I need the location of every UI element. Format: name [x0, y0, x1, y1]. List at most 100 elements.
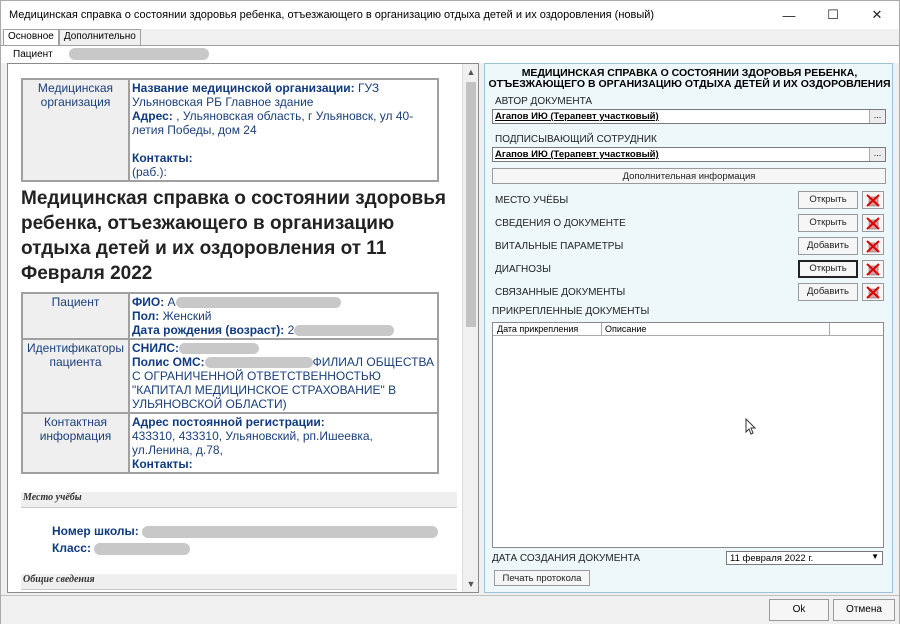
signer-field[interactable]: Агапов ИЮ (Терапевт участковый) ... [492, 147, 886, 162]
form-title-line2: ОТЪЕЗЖАЮЩЕГО В ОРГАНИЗАЦИЮ ОТДЫХА ДЕТЕЙ … [488, 78, 891, 90]
document-preview[interactable]: Медицинская организация Название медицин… [7, 63, 479, 593]
author-browse-button[interactable]: ... [869, 110, 885, 123]
org-address-key: Адрес: [132, 109, 173, 123]
ok-button[interactable]: Ok [769, 599, 829, 621]
author-field[interactable]: Агапов ИЮ (Терапевт участковый) ... [492, 109, 886, 124]
delete-icon [866, 240, 880, 253]
created-date-picker[interactable]: 11 февраля 2022 г. ▼ [726, 551, 883, 565]
section-study-heading: Место учёбы [21, 492, 457, 508]
window-title: Медицинская справка о состоянии здоровья… [9, 9, 655, 21]
delete-docinfo-button[interactable] [862, 214, 884, 232]
oms-redacted [204, 357, 313, 369]
org-address-value: , Ульяновская область, г Ульяновск, ул 4… [132, 109, 414, 137]
section-general-heading: Общие сведения [21, 574, 457, 590]
patient-table: Пациент ФИО: А Пол: Женский Дата рождени… [21, 292, 439, 474]
col-description-header[interactable]: Описание [601, 323, 646, 335]
delete-related-button[interactable] [862, 283, 884, 301]
signer-value: Агапов ИЮ (Терапевт участковый) [495, 149, 659, 160]
section-study-label: МЕСТО УЧЁБЫ [495, 195, 569, 206]
snils-redacted [179, 343, 260, 355]
ids-details: СНИЛС: Полис ОМС: ФИЛИАЛ ОБЩЕСТВА С ОГРАН… [128, 338, 439, 414]
fio-value: А [164, 295, 176, 309]
patient-label: Пациент [13, 49, 53, 60]
fio-redacted [175, 297, 341, 309]
open-study-button[interactable]: Открыть [798, 191, 858, 209]
add-vitals-button[interactable]: Добавить [798, 237, 858, 255]
contact-contacts-key: Контакты: [132, 457, 193, 471]
maximize-button[interactable]: ☐ [811, 1, 855, 29]
signer-label: ПОДПИСЫВАЮЩИЙ СОТРУДНИК [495, 134, 657, 145]
form-panel: МЕДИЦИНСКАЯ СПРАВКА О СОСТОЯНИИ ЗДОРОВЬЯ… [484, 63, 893, 593]
form-title: МЕДИЦИНСКАЯ СПРАВКА О СОСТОЯНИИ ЗДОРОВЬЯ… [485, 68, 894, 90]
minimize-button[interactable]: — [767, 1, 811, 29]
dialog-window: Медицинская справка о состоянии здоровья… [0, 0, 900, 624]
extra-info-button[interactable]: Дополнительная информация [492, 168, 886, 184]
close-button[interactable]: ✕ [855, 1, 899, 29]
org-table: Медицинская организация Название медицин… [21, 78, 439, 182]
col-extra-header [829, 323, 830, 335]
created-date-value: 11 февраля 2022 г. [730, 553, 814, 564]
tab-strip: Основное Дополнительно [3, 29, 141, 45]
ids-section-label: Идентификаторы пациента [21, 338, 130, 414]
reg-address-key: Адрес постоянной регистрации: [132, 415, 325, 429]
delete-vitals-button[interactable] [862, 237, 884, 255]
section-vitals-label: ВИТАЛЬНЫЕ ПАРАМЕТРЫ [495, 241, 624, 252]
patient-section-label: Пациент [21, 292, 130, 340]
class-redacted [94, 542, 191, 555]
delete-icon [866, 217, 880, 230]
col-date-header[interactable]: Дата прикрепления [497, 324, 578, 334]
document-content: Медицинская организация Название медицин… [8, 64, 463, 592]
delete-diagnoses-button[interactable] [862, 260, 884, 278]
signer-browse-button[interactable]: ... [869, 148, 885, 161]
document-scrollbar[interactable]: ▲ ▼ [462, 64, 478, 592]
close-icon: ✕ [871, 7, 883, 22]
title-bar: Медицинская справка о состоянии здоровья… [1, 1, 899, 29]
dob-key: Дата рождения (возраст): [132, 323, 285, 337]
author-label: АВТОР ДОКУМЕНТА [495, 96, 593, 107]
school-class: Класс: [52, 541, 191, 555]
maximize-icon: ☐ [827, 7, 839, 22]
fio-key: ФИО: [132, 295, 165, 309]
open-docinfo-button[interactable]: Открыть [798, 214, 858, 232]
oms-key: Полис ОМС: [132, 355, 205, 369]
contact-section-label: Контактная информация [21, 412, 130, 474]
dob-redacted [294, 325, 395, 337]
delete-icon [866, 286, 880, 299]
dropdown-arrow-icon[interactable]: ▼ [871, 552, 879, 561]
delete-icon [866, 263, 880, 276]
scroll-thumb[interactable] [466, 82, 476, 327]
org-label: Медицинская организация [21, 78, 130, 182]
section-related-label: СВЯЗАННЫЕ ДОКУМЕНТЫ [495, 287, 626, 298]
school-number: Номер школы: [52, 524, 439, 538]
attached-docs-label: ПРИКРЕПЛЕННЫЕ ДОКУМЕНТЫ [492, 306, 650, 317]
org-details: Название медицинской организации: ГУЗ Ул… [128, 78, 439, 182]
patient-details: ФИО: А Пол: Женский Дата рождения (возра… [128, 292, 439, 340]
scroll-down-icon[interactable]: ▼ [463, 576, 478, 592]
school-number-label: Номер школы: [52, 524, 139, 538]
cancel-button[interactable]: Отмена [833, 599, 895, 621]
tab-additional[interactable]: Дополнительно [58, 29, 141, 45]
created-date-label: ДАТА СОЗДАНИЯ ДОКУМЕНТА [492, 553, 641, 564]
delete-icon [866, 194, 880, 207]
sex-value: Женский [159, 309, 212, 323]
section-docinfo-label: СВЕДЕНИЯ О ДОКУМЕНТЕ [495, 218, 626, 229]
org-name-key: Название медицинской организации: [132, 81, 355, 95]
reg-address-value: 433310, 433310, Ульяновский, рп.Ишеевка,… [132, 429, 373, 457]
author-value: Агапов ИЮ (Терапевт участковый) [495, 111, 659, 122]
minimize-icon: — [782, 7, 796, 23]
org-contacts-value: (раб.): [132, 165, 167, 179]
open-diagnoses-button[interactable]: Открыть [798, 260, 858, 278]
add-related-button[interactable]: Добавить [798, 283, 858, 301]
patient-name-redacted [69, 48, 209, 60]
delete-study-button[interactable] [862, 191, 884, 209]
attached-docs-grid[interactable]: Дата прикрепления Описание [492, 322, 884, 548]
print-protocol-button[interactable]: Печать протокола [494, 570, 590, 586]
scroll-up-icon[interactable]: ▲ [463, 64, 478, 80]
snils-key: СНИЛС: [132, 341, 180, 355]
sex-key: Пол: [132, 309, 160, 323]
tab-main[interactable]: Основное [3, 29, 59, 45]
mouse-cursor-icon [745, 418, 757, 435]
class-label: Класс: [52, 541, 91, 555]
contact-details: Адрес постоянной регистрации: 433310, 43… [128, 412, 439, 474]
school-redacted [142, 525, 439, 538]
